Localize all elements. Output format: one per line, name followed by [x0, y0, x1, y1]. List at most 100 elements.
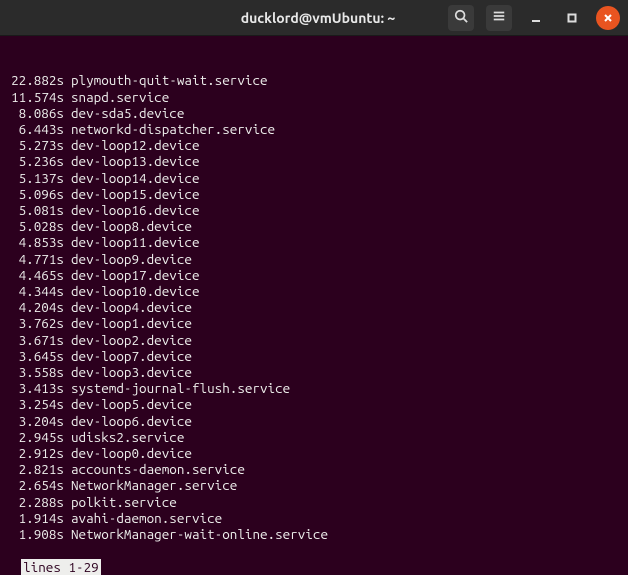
spacer [64, 348, 71, 364]
unit-name: udisks2.service [71, 429, 184, 445]
output-line: 2.945s udisks2.service [6, 429, 622, 445]
unit-name: avahi-daemon.service [71, 510, 222, 526]
spacer [64, 137, 71, 153]
spacer [64, 315, 71, 331]
search-button[interactable] [448, 5, 474, 31]
output-line: 4.771s dev-loop9.device [6, 251, 622, 267]
time-value: 2.945s [6, 429, 64, 445]
time-value: 3.558s [6, 364, 64, 380]
output-line: 5.096s dev-loop15.device [6, 186, 622, 202]
output-line: 5.273s dev-loop12.device [6, 137, 622, 153]
spacer [64, 251, 71, 267]
time-value: 5.273s [6, 137, 64, 153]
time-value: 5.028s [6, 218, 64, 234]
window-title: ducklord@vmUbuntu: ~ [194, 10, 442, 26]
spacer [64, 218, 71, 234]
spacer [64, 153, 71, 169]
output-line: 5.236s dev-loop13.device [6, 153, 622, 169]
time-value: 4.344s [6, 283, 64, 299]
unit-name: dev-loop8.device [71, 218, 192, 234]
output-line: 8.086s dev-sda5.device [6, 105, 622, 121]
output-line: 5.081s dev-loop16.device [6, 202, 622, 218]
time-value: 11.574s [6, 89, 64, 105]
output-line: 2.654s NetworkManager.service [6, 477, 622, 493]
output-line: 3.413s systemd-journal-flush.service [6, 380, 622, 396]
unit-name: dev-loop6.device [71, 413, 192, 429]
time-value: 5.137s [6, 170, 64, 186]
terminal-body[interactable]: 22.882s plymouth-quit-wait.service11.574… [0, 36, 628, 575]
output-line: 4.465s dev-loop17.device [6, 267, 622, 283]
spacer [64, 170, 71, 186]
output-line: 2.821s accounts-daemon.service [6, 461, 622, 477]
time-value: 5.096s [6, 186, 64, 202]
unit-name: dev-loop9.device [71, 251, 192, 267]
time-value: 3.254s [6, 396, 64, 412]
menu-button[interactable] [486, 5, 512, 31]
spacer [64, 186, 71, 202]
time-value: 2.821s [6, 461, 64, 477]
unit-name: dev-loop17.device [71, 267, 200, 283]
time-value: 4.771s [6, 251, 64, 267]
time-value: 5.081s [6, 202, 64, 218]
terminal-output: 22.882s plymouth-quit-wait.service11.574… [6, 72, 622, 542]
unit-name: NetworkManager.service [71, 477, 237, 493]
time-value: 22.882s [6, 72, 64, 88]
time-value: 2.912s [6, 445, 64, 461]
spacer [64, 234, 71, 250]
time-value: 6.443s [6, 121, 64, 137]
time-value: 3.413s [6, 380, 64, 396]
pager-status: lines 1-29 [21, 559, 101, 575]
time-value: 3.204s [6, 413, 64, 429]
output-line: 2.288s polkit.service [6, 494, 622, 510]
spacer [64, 510, 71, 526]
spacer [64, 299, 71, 315]
unit-name: networkd-dispatcher.service [71, 121, 275, 137]
spacer [64, 396, 71, 412]
unit-name: snapd.service [71, 89, 169, 105]
time-value: 4.204s [6, 299, 64, 315]
unit-name: dev-loop0.device [71, 445, 192, 461]
unit-name: dev-loop12.device [71, 137, 200, 153]
spacer [64, 477, 71, 493]
minimize-icon [531, 9, 541, 27]
time-value: 8.086s [6, 105, 64, 121]
time-value: 1.914s [6, 510, 64, 526]
output-line: 2.912s dev-loop0.device [6, 445, 622, 461]
spacer [64, 461, 71, 477]
spacer [64, 413, 71, 429]
unit-name: dev-loop5.device [71, 396, 192, 412]
close-icon [603, 9, 613, 27]
spacer [64, 364, 71, 380]
output-line: 4.344s dev-loop10.device [6, 283, 622, 299]
maximize-button[interactable] [560, 6, 584, 30]
output-line: 4.204s dev-loop4.device [6, 299, 622, 315]
output-line: 22.882s plymouth-quit-wait.service [6, 72, 622, 88]
output-line: 6.443s networkd-dispatcher.service [6, 121, 622, 137]
output-line: 5.137s dev-loop14.device [6, 170, 622, 186]
unit-name: systemd-journal-flush.service [71, 380, 290, 396]
spacer [64, 121, 71, 137]
unit-name: dev-loop16.device [71, 202, 200, 218]
spacer [64, 267, 71, 283]
spacer [64, 445, 71, 461]
time-value: 3.762s [6, 315, 64, 331]
unit-name: dev-sda5.device [71, 105, 184, 121]
unit-name: dev-loop15.device [71, 186, 200, 202]
time-value: 4.853s [6, 234, 64, 250]
unit-name: dev-loop4.device [71, 299, 192, 315]
time-value: 4.465s [6, 267, 64, 283]
spacer [64, 202, 71, 218]
unit-name: dev-loop1.device [71, 315, 192, 331]
minimize-button[interactable] [524, 6, 548, 30]
spacer [64, 332, 71, 348]
time-value: 2.288s [6, 494, 64, 510]
time-value: 3.671s [6, 332, 64, 348]
output-line: 4.853s dev-loop11.device [6, 234, 622, 250]
time-value: 1.908s [6, 526, 64, 542]
unit-name: accounts-daemon.service [71, 461, 245, 477]
close-button[interactable] [596, 6, 620, 30]
output-line: 11.574s snapd.service [6, 89, 622, 105]
unit-name: dev-loop10.device [71, 283, 200, 299]
titlebar: ducklord@vmUbuntu: ~ [0, 0, 628, 36]
output-line: 3.671s dev-loop2.device [6, 332, 622, 348]
